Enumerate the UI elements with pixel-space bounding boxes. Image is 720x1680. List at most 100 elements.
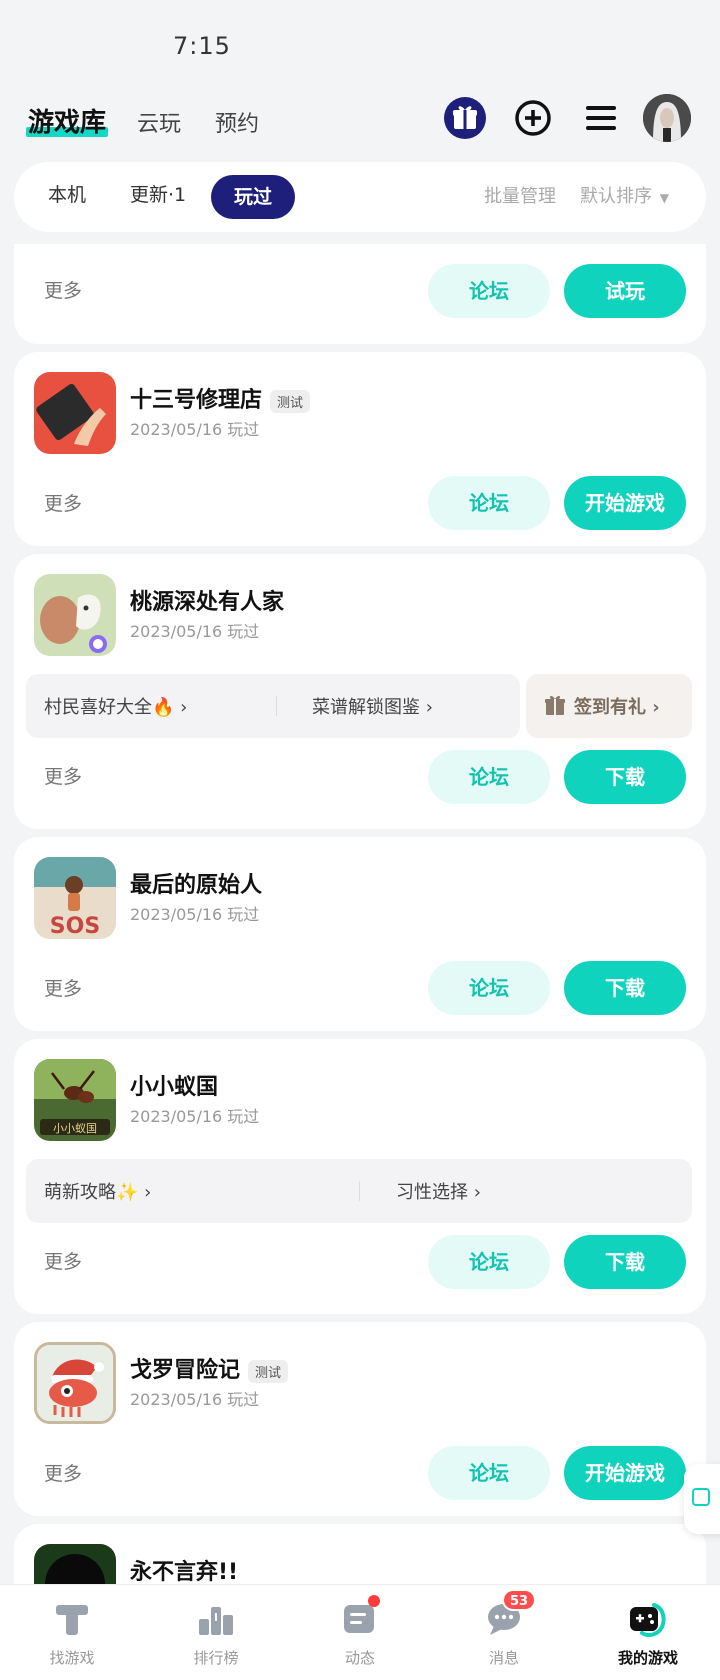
game-title: 小小蚁国 (130, 1075, 219, 1100)
nav-find-game[interactable]: 找游戏 (0, 1585, 144, 1680)
download-icon (692, 1488, 710, 1506)
forum-button[interactable]: 论坛 (428, 476, 550, 530)
svg-text:SOS: SOS (50, 914, 100, 939)
game-title: 永不言弃!! (130, 1560, 239, 1584)
chip-played[interactable]: 玩过 (211, 175, 295, 219)
game-icon (34, 1342, 116, 1424)
nav-label: 我的游戏 (617, 1649, 678, 1667)
gift-box-icon[interactable] (443, 96, 487, 140)
forum-button[interactable]: 论坛 (428, 264, 550, 318)
start-game-button[interactable]: 开始游戏 (564, 476, 686, 530)
download-button[interactable]: 下载 (564, 961, 686, 1015)
nav-feed[interactable]: 动态 (288, 1585, 432, 1680)
chip-local[interactable]: 本机 (48, 180, 86, 207)
more-link[interactable]: 更多 (44, 1459, 82, 1486)
played-date: 2023/05/16 玩过 (130, 1390, 260, 1409)
message-count-badge: 53 (502, 1589, 537, 1611)
download-button[interactable]: 下载 (564, 1235, 686, 1289)
game-card: 小小蚁国 小小蚁国 2023/05/16 玩过 萌新攻略✨ › 习性选择 › 更… (14, 1039, 706, 1314)
game-title-text: 戈罗冒险记 (130, 1358, 241, 1383)
tip-link[interactable]: 习性选择 › (396, 1178, 481, 1204)
chevron-right-icon: › (646, 697, 660, 718)
start-game-button[interactable]: 开始游戏 (564, 1446, 686, 1500)
game-title: 十三号修理店 测试 (130, 382, 311, 414)
game-icon (34, 574, 116, 656)
chevron-right-icon: › (425, 697, 433, 718)
nav-label: 消息 (488, 1649, 519, 1667)
game-card: 十三号修理店 测试 2023/05/16 玩过 更多 论坛 开始游戏 (14, 352, 706, 546)
played-date: 2023/05/16 玩过 (130, 622, 260, 641)
game-title: 戈罗冒险记 测试 (130, 1352, 289, 1384)
plus-circle-icon[interactable] (511, 96, 555, 140)
tips-bar: 村民喜好大全🔥 › 菜谱解锁图鉴 › (26, 674, 520, 738)
sign-in-gift-button[interactable]: 签到有礼 › (526, 674, 692, 738)
game-icon (34, 1544, 116, 1584)
gift-label: 签到有礼 › (574, 693, 660, 719)
nav-ranking[interactable]: 排行榜 (144, 1585, 288, 1680)
tab-game-library-label: 游戏库 (28, 108, 107, 138)
tip-label: 萌新攻略✨ (44, 1182, 139, 1203)
my-games-icon (628, 1599, 668, 1639)
chip-updates[interactable]: 更新·1 (130, 180, 186, 207)
gift-label-text: 签到有礼 (574, 697, 646, 718)
tab-cloud-play[interactable]: 云玩 (137, 106, 181, 138)
download-button[interactable]: 下载 (564, 750, 686, 804)
test-badge: 测试 (270, 389, 311, 413)
more-link[interactable]: 更多 (44, 276, 82, 303)
tab-game-library[interactable]: 游戏库 (26, 102, 109, 139)
menu-icon[interactable] (579, 96, 623, 140)
game-card: 戈罗冒险记 测试 2023/05/16 玩过 更多 论坛 开始游戏 (14, 1322, 706, 1516)
forum-button[interactable]: 论坛 (428, 961, 550, 1015)
sort-dropdown[interactable]: 默认排序 ▼ (580, 182, 669, 208)
more-link[interactable]: 更多 (44, 974, 82, 1001)
game-card: 桃源深处有人家 2023/05/16 玩过 村民喜好大全🔥 › 菜谱解锁图鉴 › (14, 554, 706, 829)
game-title-text: 十三号修理店 (130, 388, 263, 413)
notification-dot (368, 1595, 380, 1607)
game-list: 更多 论坛 试玩 十三号修理店 测试 2023/05/16 玩过 更多 论坛 开始… (14, 244, 706, 1584)
played-date: 2023/05/16 玩过 (130, 905, 260, 924)
top-header: 游戏库 云玩 预约 (0, 94, 720, 160)
batch-manage-button[interactable]: 批量管理 (484, 182, 556, 208)
tab-reservation[interactable]: 预约 (215, 106, 259, 138)
tip-divider (276, 696, 277, 716)
more-link[interactable]: 更多 (44, 1247, 82, 1274)
filter-bar: 本机 更新·1 玩过 批量管理 默认排序 ▼ (14, 162, 706, 232)
chevron-right-icon: › (144, 1182, 152, 1203)
tip-link[interactable]: 萌新攻略✨ › (44, 1178, 151, 1204)
test-badge: 测试 (248, 1359, 289, 1383)
find-game-icon (52, 1599, 92, 1639)
game-card: 更多 论坛 试玩 (14, 244, 706, 344)
more-link[interactable]: 更多 (44, 762, 82, 789)
status-bar: 7:15 (0, 0, 720, 96)
game-card: SOS 最后的原始人 2023/05/16 玩过 更多 论坛 下载 (14, 837, 706, 1031)
game-icon (34, 372, 116, 454)
game-icon: 小小蚁国 (34, 1059, 116, 1141)
chevron-right-icon: › (473, 1182, 481, 1203)
game-title: 桃源深处有人家 (130, 590, 285, 615)
game-icon: SOS (34, 857, 116, 939)
status-time: 7:15 (173, 32, 231, 60)
tip-label: 村民喜好大全🔥 (44, 697, 175, 718)
nav-label: 动态 (344, 1649, 375, 1667)
tip-label: 习性选择 (396, 1182, 468, 1203)
avatar[interactable] (643, 94, 691, 142)
forum-button[interactable]: 论坛 (428, 1235, 550, 1289)
svg-text:小小蚁国: 小小蚁国 (53, 1122, 97, 1135)
forum-button[interactable]: 论坛 (428, 750, 550, 804)
tip-label: 菜谱解锁图鉴 (312, 697, 420, 718)
floating-download-tab[interactable] (684, 1464, 720, 1534)
try-play-button[interactable]: 试玩 (564, 264, 686, 318)
nav-my-games[interactable]: 我的游戏 (576, 1585, 720, 1680)
tip-link[interactable]: 菜谱解锁图鉴 › (312, 693, 433, 719)
bottom-nav: 找游戏 排行榜 动态 53 消息 我的游戏 (0, 1584, 720, 1680)
chevron-right-icon: › (180, 697, 188, 718)
sort-label: 默认排序 (580, 186, 652, 207)
more-link[interactable]: 更多 (44, 489, 82, 516)
tip-link[interactable]: 村民喜好大全🔥 › (44, 693, 187, 719)
ranking-icon (196, 1599, 236, 1639)
tips-bar: 萌新攻略✨ › 习性选择 › (26, 1159, 692, 1223)
nav-label: 排行榜 (193, 1649, 239, 1667)
game-card: 永不言弃!! (14, 1524, 706, 1584)
nav-messages[interactable]: 53 消息 (432, 1585, 576, 1680)
forum-button[interactable]: 论坛 (428, 1446, 550, 1500)
